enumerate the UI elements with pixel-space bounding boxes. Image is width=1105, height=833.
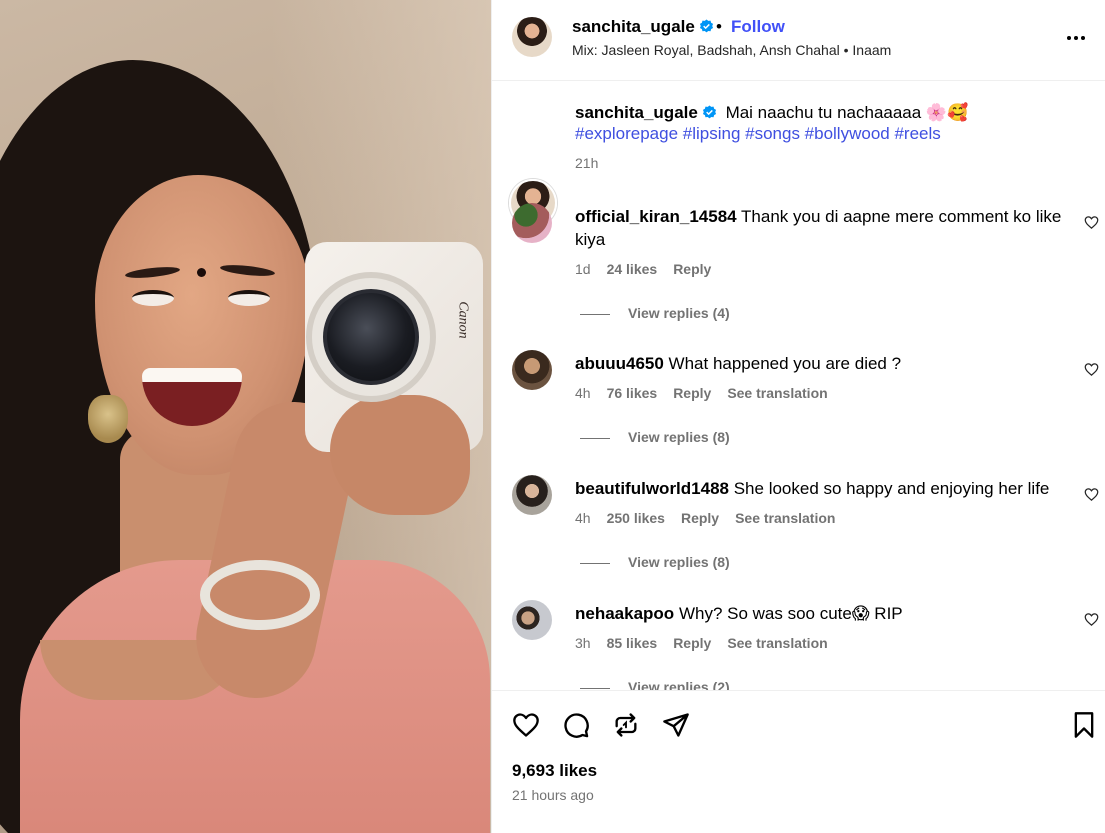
commenter-avatar[interactable]	[512, 600, 552, 640]
commenter-username[interactable]: abuuu4650	[575, 354, 664, 373]
author-username[interactable]: sanchita_ugale	[572, 17, 714, 37]
view-replies-button[interactable]: View replies (8)	[580, 554, 730, 570]
comments-list[interactable]: official_kiran_14584 Thank you di aapne …	[492, 195, 1105, 690]
comment-icon[interactable]	[562, 711, 590, 739]
bookmark-icon[interactable]	[1070, 711, 1098, 739]
comment-reply-button[interactable]: Reply	[681, 510, 719, 526]
repost-icon[interactable]	[612, 711, 640, 739]
media-earring	[88, 395, 128, 443]
view-replies-button[interactable]: View replies (4)	[580, 305, 730, 321]
caption-username[interactable]: sanchita_ugale	[575, 103, 698, 122]
comment-item: beautifulworld1488 She looked so happy a…	[492, 475, 1105, 595]
commenter-avatar[interactable]	[512, 203, 552, 243]
comment-body: She looked so happy and enjoying her lif…	[733, 479, 1050, 498]
comment-text: abuuu4650 What happened you are died ?	[575, 352, 1070, 375]
post-header: sanchita_ugale • Follow Mix: Jasleen Roy…	[492, 0, 1105, 81]
media-eye-right	[228, 290, 270, 306]
media-bangle	[200, 560, 320, 630]
comment-likes[interactable]: 76 likes	[607, 385, 658, 401]
post-actions: 9,693 likes 21 hours ago	[492, 690, 1105, 833]
header-separator: •	[716, 17, 722, 36]
comment-meta: 1d 24 likes Reply	[575, 261, 727, 277]
comment-like-heart-icon[interactable]	[1084, 215, 1099, 230]
caption-timestamp[interactable]: 21h	[575, 155, 598, 171]
author-username-text[interactable]: sanchita_ugale	[572, 17, 695, 36]
verified-badge-icon	[699, 19, 713, 33]
follow-button[interactable]: Follow	[731, 17, 785, 37]
view-replies-label[interactable]: View replies (2)	[628, 679, 730, 690]
comment-like-heart-icon[interactable]	[1084, 612, 1099, 627]
comment-reply-button[interactable]: Reply	[673, 385, 711, 401]
author-avatar[interactable]	[512, 17, 552, 57]
comment-text: official_kiran_14584 Thank you di aapne …	[575, 205, 1070, 251]
comment-time[interactable]: 4h	[575, 385, 591, 401]
commenter-avatar[interactable]	[512, 475, 552, 515]
comment-item: nehaakapoo Why? So was soo cute😱 RIP 3h 8…	[492, 600, 1105, 690]
media-lens	[323, 289, 419, 385]
camera-brand-text: Canon	[455, 301, 471, 339]
commenter-username[interactable]: beautifulworld1488	[575, 479, 729, 498]
comment-item: official_kiran_14584 Thank you di aapne …	[492, 203, 1105, 323]
commenter-avatar[interactable]	[512, 350, 552, 390]
caption-body: Mai naachu tu nachaaaaa 🌸🥰	[725, 103, 969, 122]
caption-text-line: sanchita_ugale Mai naachu tu nachaaaaa 🌸…	[575, 102, 1085, 124]
comment-time[interactable]: 4h	[575, 510, 591, 526]
comment-likes[interactable]: 24 likes	[607, 261, 658, 277]
see-translation-button[interactable]: See translation	[735, 510, 835, 526]
see-translation-button[interactable]: See translation	[727, 635, 827, 651]
comment-body: Why? So was soo cute😱 RIP	[678, 604, 903, 623]
comment-time[interactable]: 1d	[575, 261, 591, 277]
view-replies-label[interactable]: View replies (8)	[628, 554, 730, 570]
comment-body: What happened you are died ?	[668, 354, 902, 373]
comment-likes[interactable]: 250 likes	[607, 510, 665, 526]
view-replies-button[interactable]: View replies (2)	[580, 679, 730, 690]
post-media[interactable]: Canon	[0, 0, 491, 833]
audio-attribution[interactable]: Mix: Jasleen Royal, Badshah, Ansh Chahal…	[572, 42, 891, 58]
comment-meta: 4h 250 likes Reply See translation	[575, 510, 851, 526]
comment-time[interactable]: 3h	[575, 635, 591, 651]
see-translation-button[interactable]: See translation	[727, 385, 827, 401]
comment-meta: 4h 76 likes Reply See translation	[575, 385, 844, 401]
comment-likes[interactable]: 85 likes	[607, 635, 658, 651]
media-bindi	[197, 268, 206, 277]
media-hand	[330, 395, 470, 515]
media-eye-left	[132, 290, 174, 306]
share-icon[interactable]	[662, 711, 690, 739]
post-likes-count[interactable]: 9,693 likes	[512, 761, 597, 781]
heart-icon[interactable]	[512, 711, 540, 739]
caption-hashtags[interactable]: #explorepage #lipsing #songs #bollywood …	[575, 124, 941, 144]
comment-meta: 3h 85 likes Reply See translation	[575, 635, 844, 651]
comment-text: nehaakapoo Why? So was soo cute😱 RIP	[575, 602, 1070, 625]
comment-text: beautifulworld1488 She looked so happy a…	[575, 477, 1070, 500]
commenter-username[interactable]: nehaakapoo	[575, 604, 674, 623]
commenter-username[interactable]: official_kiran_14584	[575, 207, 737, 226]
comment-reply-button[interactable]: Reply	[673, 261, 711, 277]
more-options-icon[interactable]	[1067, 27, 1091, 47]
comment-like-heart-icon[interactable]	[1084, 362, 1099, 377]
view-replies-button[interactable]: View replies (8)	[580, 429, 730, 445]
verified-badge-icon	[702, 105, 716, 119]
post-details-panel: sanchita_ugale • Follow Mix: Jasleen Roy…	[491, 0, 1105, 833]
comment-item: abuuu4650 What happened you are died ? 4…	[492, 350, 1105, 470]
comment-reply-button[interactable]: Reply	[673, 635, 711, 651]
comment-like-heart-icon[interactable]	[1084, 487, 1099, 502]
view-replies-label[interactable]: View replies (8)	[628, 429, 730, 445]
view-replies-label[interactable]: View replies (4)	[628, 305, 730, 321]
post-timestamp[interactable]: 21 hours ago	[512, 787, 594, 803]
